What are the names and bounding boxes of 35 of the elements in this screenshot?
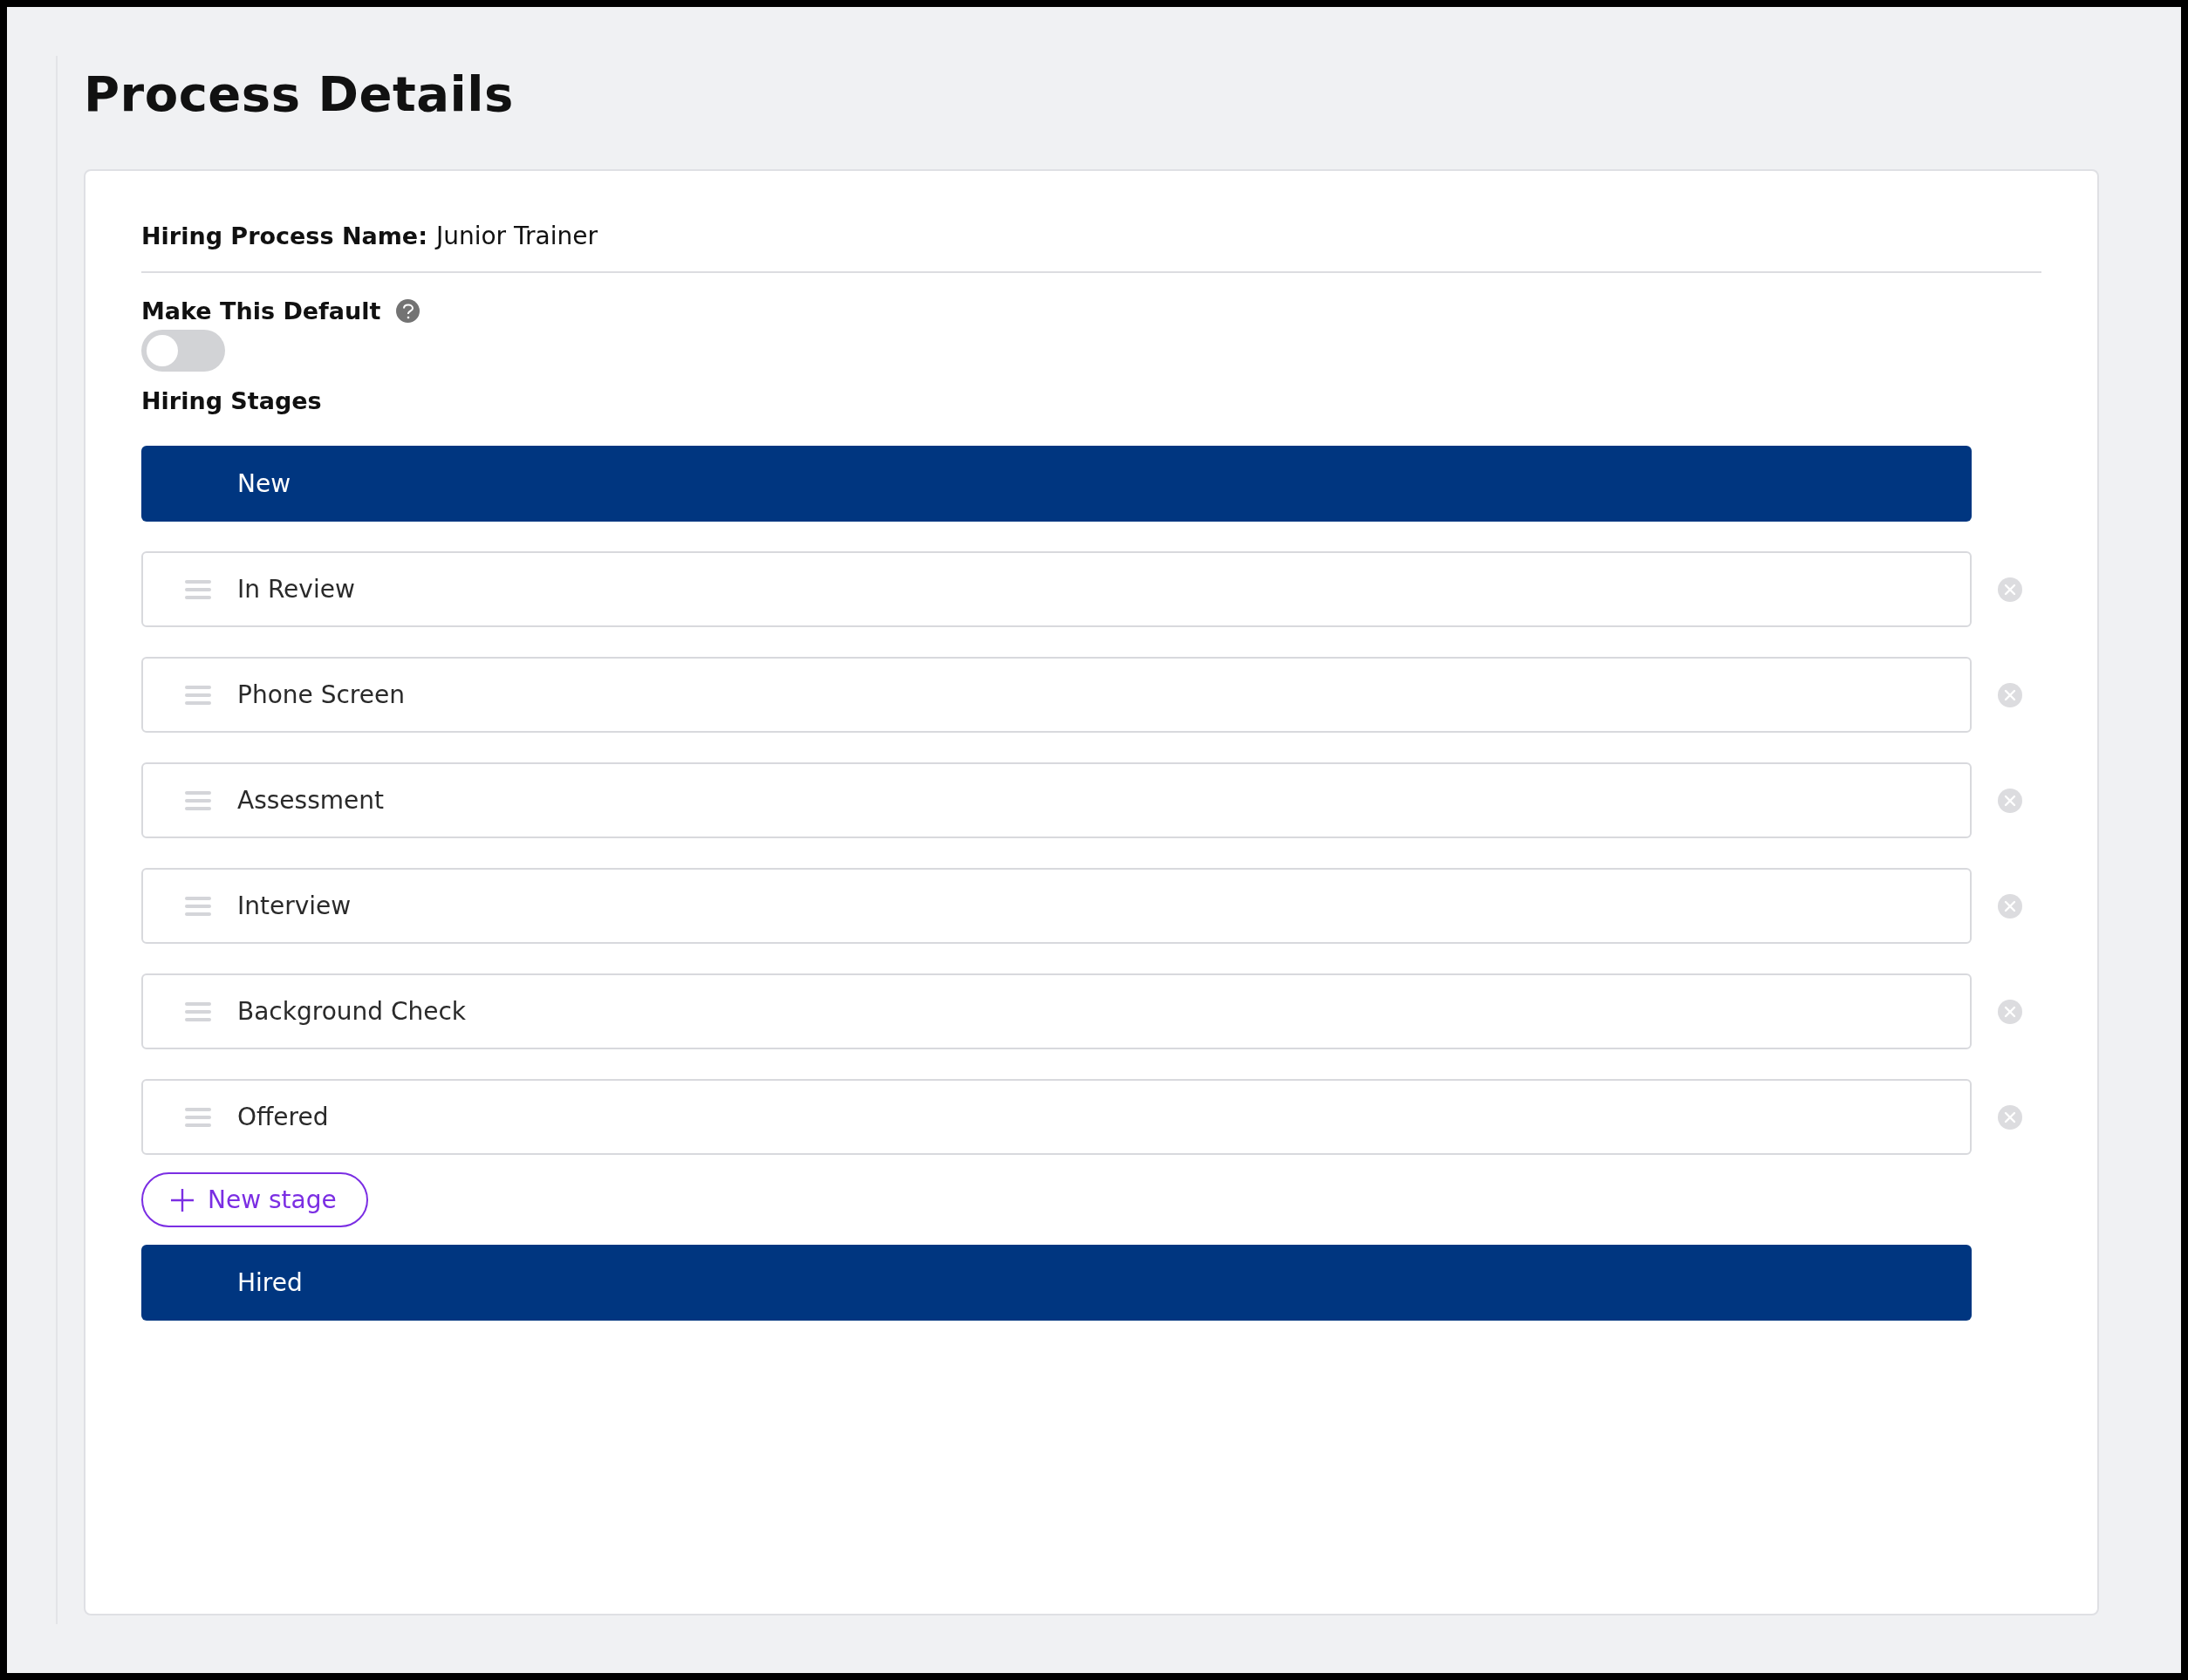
drag-handle-icon[interactable] (185, 685, 211, 705)
stage-name: Assessment (237, 786, 384, 815)
stage-row[interactable]: Offered (141, 1079, 1972, 1155)
drag-handle-icon[interactable] (185, 1107, 211, 1127)
stage-row[interactable]: Phone Screen (141, 657, 1972, 733)
stage-row[interactable]: Interview (141, 868, 1972, 944)
fixed-stage-bar: New (141, 446, 1972, 522)
remove-button[interactable] (1997, 1103, 2023, 1130)
stage-row[interactable]: In Review (141, 551, 1972, 627)
fixed-stage-bar: Hired (141, 1245, 1972, 1321)
stage-row[interactable]: Assessment (141, 762, 1972, 838)
stage-name: In Review (237, 575, 355, 604)
stage-row[interactable]: Background Check (141, 973, 1972, 1049)
remove-button[interactable] (1997, 787, 2023, 814)
remove-button[interactable] (1997, 998, 2023, 1025)
section-heading: Hiring Stages (141, 387, 323, 414)
drag-handle-icon[interactable] (185, 790, 211, 810)
remove-button[interactable] (1997, 681, 2023, 708)
new-stage-button[interactable]: New stage (141, 1172, 368, 1227)
remove-button[interactable] (1997, 892, 2023, 919)
drag-handle-icon[interactable] (185, 579, 211, 599)
remove-button[interactable] (1997, 576, 2023, 603)
drag-handle-icon[interactable] (185, 1001, 211, 1021)
toggle-switch[interactable] (141, 330, 225, 372)
stage-name: Background Check (237, 997, 467, 1026)
field-label: Hiring Process Name: (141, 222, 427, 249)
page-title: Process Details (84, 65, 515, 124)
plus-icon (169, 1186, 195, 1213)
stage-name: Interview (237, 891, 352, 920)
help-icon[interactable] (396, 299, 421, 323)
field-value: Junior Trainer (435, 222, 598, 250)
stage-name: Offered (237, 1103, 329, 1131)
stage-name: Phone Screen (237, 680, 405, 709)
drag-handle-icon[interactable] (185, 896, 211, 916)
setting-label: Make This Default (141, 297, 381, 324)
